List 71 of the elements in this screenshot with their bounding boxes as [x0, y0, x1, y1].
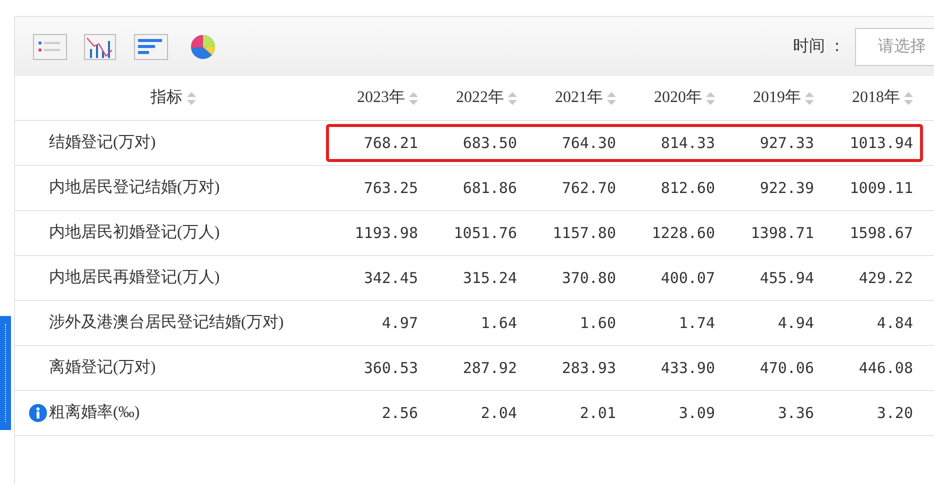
column-header[interactable]: 2020年: [654, 86, 702, 110]
table-cell-text: 1.64: [480, 312, 518, 334]
table-cell-text: 927.33: [758, 132, 815, 154]
table-cell-text: 1.74: [678, 312, 716, 334]
table-cell-text: 315.24: [462, 268, 518, 289]
table-cell-text: 4.97: [380, 312, 419, 334]
table-cell-text: 370.80: [560, 268, 617, 289]
time-select-field[interactable]: 请选择: [855, 28, 934, 66]
table-cell-text: 1009.11: [848, 178, 914, 199]
sort-icon[interactable]: [706, 92, 715, 104]
column-header[interactable]: 2021年: [555, 86, 603, 110]
sort-icon[interactable]: [805, 92, 814, 104]
table-cell-text: 762.70: [560, 178, 617, 199]
sort-icon[interactable]: [409, 92, 418, 104]
info-icon[interactable]: [29, 404, 47, 422]
table-cell-text: 429.22: [858, 268, 914, 289]
table-cell-text: 2.04: [480, 402, 518, 424]
column-header[interactable]: 2022年: [456, 86, 504, 110]
table-cell-text: 1193.98: [354, 222, 419, 244]
table-cell-text: 360.53: [362, 358, 419, 379]
time-label: 时间 ：: [793, 36, 845, 56]
table-cell-text: 1157.80: [552, 222, 617, 244]
table-cell-text: 3.36: [776, 402, 815, 424]
column-header[interactable]: 2019年: [753, 86, 801, 110]
indicator-label: 粗离婚率(‰): [49, 402, 140, 423]
table-cell-text: 1598.67: [848, 222, 914, 244]
table-cell-text: 681.86: [462, 178, 518, 199]
table-cell-text: 446.08: [858, 358, 914, 379]
table-cell-text: 1051.76: [452, 222, 518, 244]
indicator-label: 内地居民再婚登记(万人): [49, 268, 220, 288]
table-cell-text: 1.60: [578, 312, 617, 334]
pie-chart-icon[interactable]: [190, 34, 216, 60]
sort-icon[interactable]: [904, 92, 913, 104]
line-bar-chart-icon[interactable]: [84, 34, 116, 60]
table-cell-text: 683.50: [462, 132, 518, 154]
table-cell-text: 470.06: [758, 358, 815, 379]
side-tab[interactable]: [0, 316, 11, 430]
table-cell-text: 283.93: [560, 358, 617, 379]
indicator-label: 结婚登记(万对): [49, 132, 156, 153]
horizontal-bar-icon[interactable]: [134, 34, 168, 60]
table-cell-text: 922.39: [758, 178, 815, 199]
table-cell-text: 455.94: [758, 268, 815, 289]
list-view-icon[interactable]: [33, 34, 67, 60]
table-cell-text: 4.84: [876, 312, 914, 334]
table-cell-text: 287.92: [462, 358, 518, 379]
column-header[interactable]: 指标: [150, 86, 182, 110]
table-cell-text: 3.20: [876, 402, 914, 424]
indicator-label: 内地居民初婚登记(万人): [49, 222, 220, 243]
table-cell-text: 814.33: [660, 132, 716, 154]
table-cell-text: 3.09: [678, 402, 716, 424]
sort-icon[interactable]: [508, 92, 517, 104]
table-cell-text: 342.45: [362, 268, 419, 289]
table-cell-text: 812.60: [660, 178, 716, 199]
table-cell-text: 763.25: [362, 178, 419, 199]
table-cell-text: 2.01: [578, 402, 617, 424]
table-cell-text: 400.07: [660, 268, 716, 289]
column-header[interactable]: 2023年: [357, 86, 405, 110]
table-cell-text: 1398.71: [750, 222, 815, 244]
sort-icon[interactable]: [186, 92, 196, 104]
table-cell-text: 764.30: [560, 132, 617, 154]
indicator-label: 内地居民登记结婚(万对): [49, 178, 220, 198]
table-cell-text: 433.90: [660, 358, 716, 379]
table-cell-text: 1228.60: [650, 222, 716, 244]
table-cell-text: 768.21: [362, 132, 419, 154]
column-header[interactable]: 2018年: [852, 86, 900, 110]
sort-icon[interactable]: [607, 92, 616, 104]
table-cell-text: 1013.94: [848, 132, 914, 154]
table-cell-text: 2.56: [380, 402, 419, 424]
indicator-label: 离婚登记(万对): [49, 358, 156, 378]
table-cell-text: 4.94: [776, 312, 815, 334]
indicator-label: 涉外及港澳台居民登记结婚(万对): [49, 312, 284, 333]
